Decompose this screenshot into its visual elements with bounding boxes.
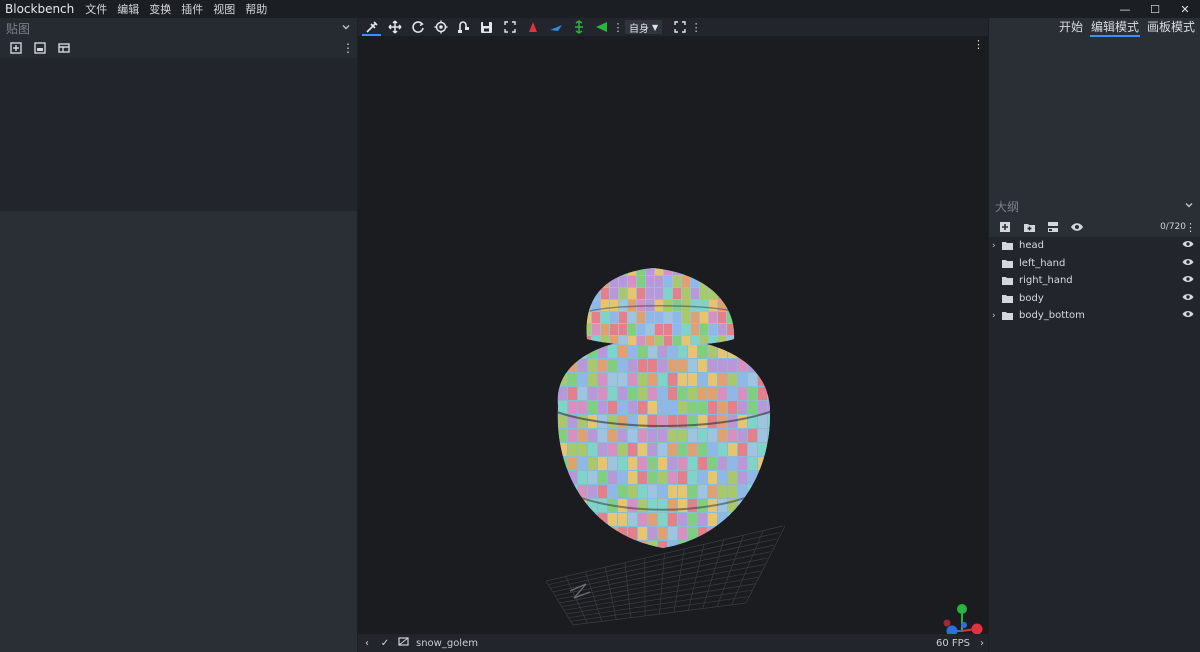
gizmo-y-icon[interactable] (957, 604, 967, 614)
outliner-toolbar: 0/720 ⋮ (989, 217, 1200, 237)
collapse-chevron-icon[interactable] (341, 21, 351, 35)
viewport-area: ⋮ 自身 ▼ ⋮ ⋮ ‹ ✓ snow_golem 60 FPS › (358, 18, 988, 652)
snowman-body[interactable] (548, 331, 778, 554)
right-sidebar: 开始 编辑模式 画板模式 大纲 0/720 ⋮ › head left_hand… (989, 18, 1200, 652)
element-count: 0/720 (1160, 222, 1186, 232)
minimize-button[interactable]: — (1110, 0, 1140, 18)
tab-start[interactable]: 开始 (1058, 18, 1084, 36)
menu-transform[interactable]: 变换 (144, 1, 176, 17)
model-format-icon (394, 636, 412, 650)
eye-icon[interactable] (1182, 275, 1194, 286)
menu-edit[interactable]: 编辑 (112, 1, 144, 17)
rotate-tool-icon[interactable] (406, 18, 429, 36)
window-controls: — ☐ ✕ (1110, 0, 1200, 18)
import-texture-icon[interactable] (4, 38, 28, 58)
title-bar: Blockbench 文件 编辑 变换 插件 视图 帮助 — ☐ ✕ (0, 0, 1200, 18)
visibility-toggle-icon[interactable] (1065, 217, 1089, 237)
outliner-node-body-bottom[interactable]: › body_bottom (989, 307, 1200, 325)
chevron-left-icon[interactable]: ‹ (358, 638, 376, 649)
outliner-node-body[interactable]: body (989, 290, 1200, 308)
fullscreen-icon[interactable] (498, 18, 521, 36)
mirror-z-icon[interactable] (544, 18, 567, 36)
viewport-toolbar: ⋮ 自身 ▼ ⋮ (358, 18, 988, 36)
textures-panel-header[interactable]: 贴图 (0, 18, 357, 38)
gizmo-x-icon[interactable] (971, 623, 983, 635)
pivot-tool-icon[interactable] (429, 18, 452, 36)
mode-tabs: 开始 编辑模式 画板模式 (1058, 18, 1196, 37)
vertex-tool-icon[interactable] (452, 18, 475, 36)
status-bar: ‹ ✓ snow_golem 60 FPS › (358, 634, 988, 652)
node-label: left_hand (1019, 257, 1066, 269)
folder-icon (1002, 241, 1016, 251)
eye-icon[interactable] (1182, 293, 1194, 304)
folder-icon (1002, 276, 1016, 286)
app-name: Blockbench (5, 2, 75, 16)
toolbar-more-icon[interactable]: ⋮ (613, 18, 624, 36)
close-button[interactable]: ✕ (1170, 0, 1200, 18)
axis-gizmo[interactable] (943, 604, 983, 635)
viewport-3d-canvas[interactable] (358, 36, 988, 634)
transform-space-value: 自身 (629, 23, 649, 35)
menu-help[interactable]: 帮助 (240, 1, 272, 17)
add-cube-icon[interactable] (993, 217, 1017, 237)
mirror-x-icon[interactable] (521, 18, 544, 36)
vertex-snap-tool-icon[interactable] (360, 18, 383, 36)
focus-icon[interactable] (668, 18, 691, 36)
maximize-button[interactable]: ☐ (1140, 0, 1170, 18)
eye-icon[interactable] (1182, 258, 1194, 269)
expand-arrow-icon[interactable]: › (992, 241, 1002, 251)
eye-icon[interactable] (1182, 310, 1194, 321)
textures-panel-title: 贴图 (6, 21, 31, 36)
collapse-chevron-icon[interactable] (1184, 199, 1194, 213)
checkmark-icon[interactable]: ✓ (376, 638, 394, 649)
outliner-tree: › head left_hand right_hand body › body_ (989, 237, 1200, 652)
dropdown-caret-icon: ▼ (652, 22, 659, 32)
node-label: head (1019, 240, 1044, 252)
node-label: body_bottom (1019, 310, 1085, 322)
folder-icon (1002, 293, 1016, 303)
transform-space-select[interactable]: 自身 ▼ (625, 20, 663, 35)
snowman-head[interactable] (583, 264, 744, 359)
mirror-flip-icon[interactable] (590, 18, 613, 36)
outliner-node-head[interactable]: › head (989, 237, 1200, 255)
mirror-y-icon[interactable] (567, 18, 590, 36)
outliner-title: 大纲 (995, 199, 1020, 214)
more-vertical-icon[interactable]: ⋮ (342, 38, 354, 58)
menu-file[interactable]: 文件 (80, 1, 112, 17)
chevron-right-icon[interactable]: › (980, 638, 984, 649)
node-label: body (1019, 292, 1044, 304)
folder-icon (1002, 311, 1016, 321)
eye-icon[interactable] (1182, 240, 1194, 251)
menu-plugins[interactable]: 插件 (176, 1, 208, 17)
expand-arrow-icon[interactable]: › (992, 311, 1002, 321)
collapse-groups-icon[interactable] (1041, 217, 1065, 237)
tab-edit-mode[interactable]: 编辑模式 (1089, 18, 1140, 37)
folder-icon (1002, 258, 1016, 268)
outliner-panel-header[interactable]: 大纲 (989, 196, 1200, 216)
move-tool-icon[interactable] (383, 18, 406, 36)
left-lower-panel (0, 211, 357, 634)
outliner-node-left-hand[interactable]: left_hand (989, 255, 1200, 273)
model-name: snow_golem (416, 637, 478, 649)
textures-toolbar: ⋮ (0, 38, 357, 58)
save-icon[interactable] (475, 18, 498, 36)
outliner-node-right-hand[interactable]: right_hand (989, 272, 1200, 290)
fps-counter: 60 FPS (935, 637, 970, 649)
right-top-panel (989, 18, 1200, 178)
node-label: right_hand (1019, 275, 1073, 287)
texture-layout-icon[interactable] (52, 38, 76, 58)
gizmo-z-icon[interactable] (946, 625, 958, 635)
add-group-icon[interactable] (1017, 217, 1041, 237)
outliner-menu-icon[interactable]: ⋮ (1185, 221, 1196, 234)
textures-list (0, 58, 357, 228)
menu-view[interactable]: 视图 (208, 1, 240, 17)
create-texture-icon[interactable] (28, 38, 52, 58)
toolbar-more-icon-2[interactable]: ⋮ (691, 18, 702, 36)
tab-paint-mode[interactable]: 画板模式 (1146, 18, 1196, 36)
